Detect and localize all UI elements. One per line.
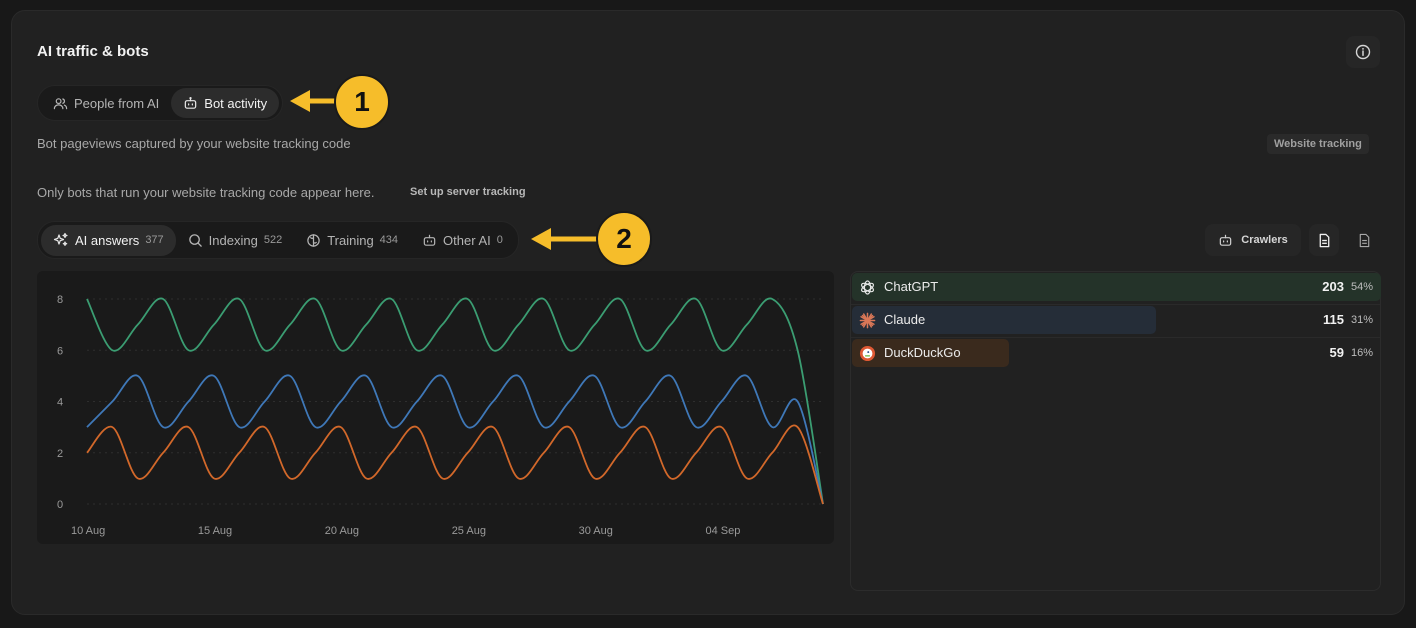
x-tick-label: 15 Aug: [198, 525, 232, 537]
tab-label: AI answers: [75, 232, 140, 248]
people-icon: [53, 97, 68, 109]
search-icon: [188, 233, 202, 247]
callout-two-arrow: [531, 228, 603, 250]
callout-one-arrow: [290, 90, 340, 112]
document-outline-button[interactable]: [1349, 224, 1379, 256]
section-subtitle: Bot pageviews captured by your website t…: [37, 136, 351, 151]
duckduckgo-icon: [859, 345, 876, 362]
x-tick-label: 30 Aug: [579, 525, 613, 537]
bot-name: DuckDuckGo: [884, 345, 961, 360]
bot-icon: [1219, 234, 1232, 246]
y-tick-label: 8: [57, 294, 63, 306]
info-icon: [1355, 44, 1371, 60]
info-button[interactable]: [1346, 36, 1380, 68]
tab-count: 0: [496, 234, 503, 246]
tab-ai-answers[interactable]: AI answers 377: [41, 224, 176, 256]
list-item-claude[interactable]: Claude 115 31%: [851, 305, 1380, 338]
bot-icon: [423, 234, 436, 246]
card-title: AI traffic & bots: [37, 43, 149, 60]
chatgpt-icon: [861, 280, 874, 295]
bot-value: 59: [1329, 345, 1344, 360]
callout-badge-one: 1: [334, 74, 390, 130]
tab-count: 377: [145, 234, 164, 246]
x-tick-label: 25 Aug: [452, 525, 486, 537]
tracking-note: Only bots that run your website tracking…: [37, 185, 375, 200]
document-button[interactable]: [1309, 224, 1339, 256]
series-line-claude: [86, 374, 824, 505]
tab-label: Other AI: [443, 232, 491, 248]
sparkles-icon: [53, 232, 68, 246]
document-outline-icon: [1359, 233, 1369, 247]
tab-label: People from AI: [74, 95, 160, 111]
tab-training[interactable]: Training 434: [294, 225, 410, 256]
y-tick-label: 0: [57, 499, 63, 511]
bot-list: ChatGPT 203 54% Claude 115 31% DuckDuckG…: [850, 271, 1381, 591]
tab-label: Indexing: [208, 232, 258, 248]
tab-count: 522: [263, 234, 283, 246]
training-icon: [307, 233, 320, 247]
tab-label: Training: [327, 232, 374, 248]
y-tick-label: 2: [57, 448, 63, 460]
tab-indexing[interactable]: Indexing 522: [176, 225, 295, 256]
callout-badge-two: 2: [596, 211, 652, 267]
bot-name: ChatGPT: [884, 279, 939, 294]
x-tick-label: 10 Aug: [71, 525, 105, 537]
tab-bot-activity[interactable]: Bot activity: [171, 88, 280, 118]
x-tick-label: 04 Sep: [705, 525, 740, 537]
category-tabs: AI answers 377 Indexing 522 Training 434…: [37, 221, 519, 259]
crawlers-button[interactable]: Crawlers: [1205, 224, 1301, 256]
list-item-chatgpt[interactable]: ChatGPT 203 54%: [851, 272, 1381, 305]
crawlers-label: Crawlers: [1241, 234, 1288, 246]
y-tick-label: 6: [57, 345, 63, 357]
tab-count: 434: [379, 234, 399, 246]
bot-value: 203: [1322, 279, 1344, 294]
line-chart: 0 2 4 6 8 10 Aug 15 Aug 20 Aug 25 Aug 30 Aug 04 Se…: [57, 294, 824, 537]
tab-other-ai[interactable]: Other AI 0: [410, 225, 515, 256]
bot-percent: 31%: [1350, 314, 1373, 326]
list-item-duckduckgo[interactable]: DuckDuckGo 59 16%: [851, 338, 1380, 368]
bot-percent: 16%: [1350, 347, 1373, 359]
document-icon: [1319, 233, 1329, 247]
bot-value: 115: [1323, 312, 1344, 327]
bot-name: Claude: [884, 312, 926, 327]
ai-traffic-card: AI traffic & bots People from AI Bot act…: [11, 10, 1405, 615]
bot-icon: [185, 96, 197, 109]
setup-server-tracking-link[interactable]: Set up server tracking: [410, 186, 526, 198]
tab-label: Bot activity: [204, 95, 268, 111]
y-tick-label: 4: [57, 397, 63, 409]
bot-activity-chart: 0 2 4 6 8 10 Aug 15 Aug 20 Aug 25 Aug 30 Aug 04 Se…: [37, 271, 834, 544]
website-tracking-badge: Website tracking: [1267, 134, 1369, 154]
claude-icon: [859, 312, 876, 329]
bot-percent: 54%: [1350, 281, 1373, 293]
tab-people-from-ai[interactable]: People from AI: [41, 88, 171, 118]
mode-toggle: People from AI Bot activity: [37, 85, 284, 121]
x-tick-label: 20 Aug: [325, 525, 359, 537]
series-line-duckduckgo: [86, 424, 824, 505]
